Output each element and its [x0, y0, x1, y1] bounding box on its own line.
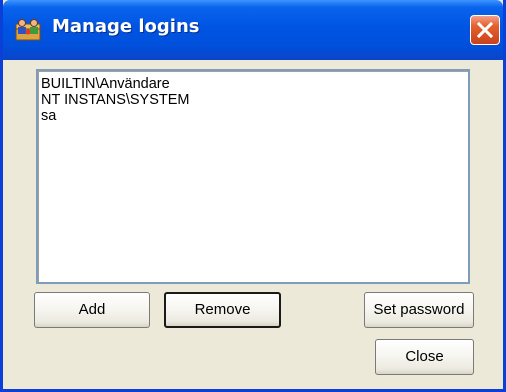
close-icon: [476, 21, 494, 39]
manage-logins-dialog: Manage logins BUILTIN\Användare NT INSTA…: [0, 0, 506, 392]
close-button[interactable]: Close: [375, 339, 474, 375]
add-button-label: Add: [78, 301, 106, 318]
close-window-button[interactable]: [470, 15, 500, 45]
remove-button[interactable]: Remove: [164, 292, 281, 328]
window-title: Manage logins: [52, 16, 200, 37]
set-password-button[interactable]: Set password: [364, 292, 474, 328]
list-item[interactable]: sa: [39, 108, 190, 124]
list-item[interactable]: NT INSTANS\SYSTEM: [39, 92, 190, 108]
close-button-label: Close: [405, 348, 444, 365]
remove-button-label: Remove: [194, 301, 251, 318]
list-item[interactable]: BUILTIN\Användare: [39, 76, 190, 92]
set-password-button-label: Set password: [373, 301, 465, 318]
users-icon: [15, 18, 43, 42]
title-bar[interactable]: Manage logins: [3, 0, 503, 60]
add-button[interactable]: Add: [34, 292, 150, 328]
logins-listbox[interactable]: BUILTIN\Användare NT INSTANS\SYSTEM sa: [36, 69, 470, 284]
